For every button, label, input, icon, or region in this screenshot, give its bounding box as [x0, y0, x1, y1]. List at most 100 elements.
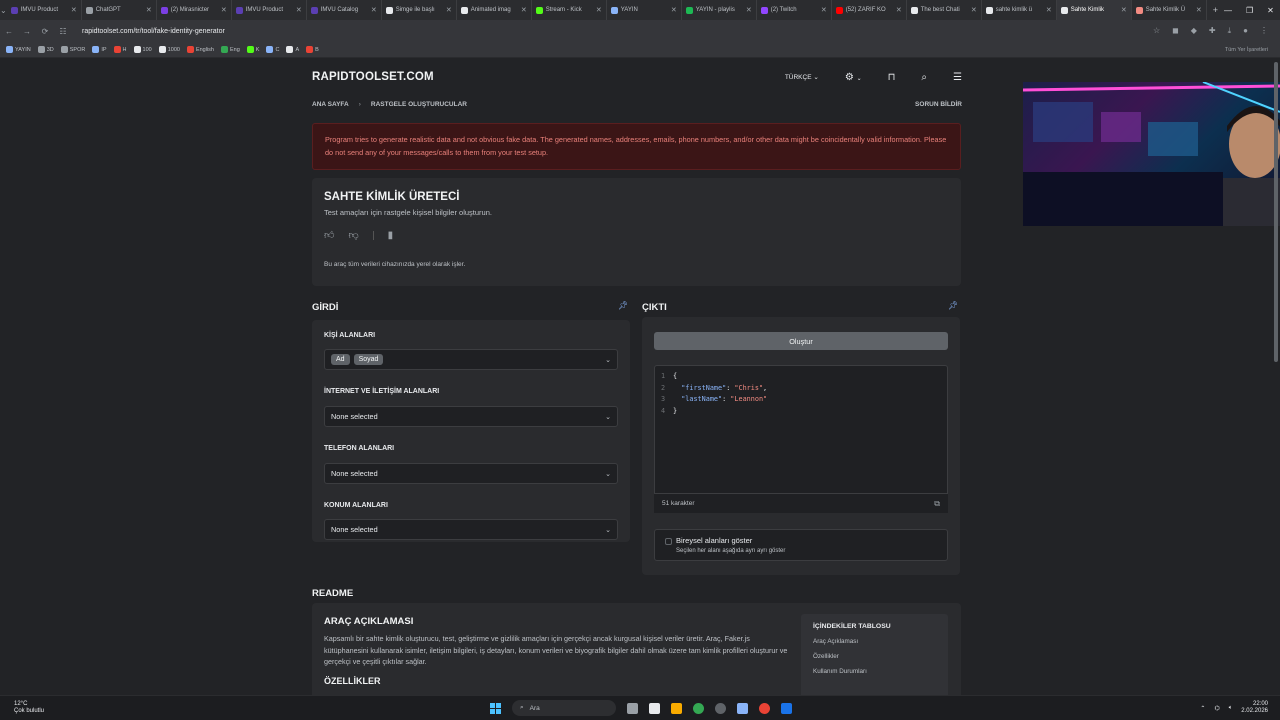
- pin-icon[interactable]: 📌︎: [618, 301, 628, 310]
- bookmark-item[interactable]: SPOR: [60, 46, 85, 53]
- bookmark-item[interactable]: 100: [133, 46, 152, 53]
- browser-tab[interactable]: sahte kimlik ü ✕: [982, 0, 1057, 20]
- new-tab-icon[interactable]: +: [1207, 5, 1224, 15]
- close-tab-icon[interactable]: ✕: [1196, 6, 1202, 14]
- bookmark-item[interactable]: H: [113, 46, 127, 53]
- url-field[interactable]: rapidtoolset.com/tr/tool/fake-identity-g…: [82, 28, 225, 35]
- profile-icon[interactable]: ●: [1243, 26, 1248, 36]
- opera-icon[interactable]: [759, 702, 770, 714]
- json-output-editor[interactable]: 1{ 2 "firstName": "Chris", 3 "lastName":…: [654, 365, 948, 513]
- close-tab-icon[interactable]: ✕: [446, 6, 452, 14]
- browser-tab[interactable]: The best Chati ✕: [907, 0, 982, 20]
- phone-fields-select[interactable]: None selected ⌄: [324, 463, 618, 484]
- all-bookmarks[interactable]: Tüm Yer İşaretleri: [1225, 47, 1280, 53]
- page-scrollbar[interactable]: [1274, 62, 1278, 362]
- toc-item[interactable]: Kullanım Durumları: [813, 668, 936, 675]
- bookmark-icon[interactable]: ▮: [388, 230, 394, 241]
- settings-icon[interactable]: [737, 702, 748, 714]
- toc-item[interactable]: Araç Açıklaması: [813, 638, 936, 645]
- browser-tab[interactable]: Stream - Kick ✕: [532, 0, 607, 20]
- close-tab-icon[interactable]: ✕: [371, 6, 377, 14]
- volume-icon[interactable]: 🔈︎: [1229, 705, 1233, 712]
- maximize-icon[interactable]: ❐: [1246, 6, 1253, 15]
- close-tab-icon[interactable]: ✕: [146, 6, 152, 14]
- thumbs-up-icon[interactable]: 👍︎: [324, 229, 334, 241]
- close-tab-icon[interactable]: ✕: [896, 6, 902, 14]
- browser-tab[interactable]: Animated imag ✕: [457, 0, 532, 20]
- reload-icon[interactable]: ⟳: [36, 27, 54, 36]
- browser-tab[interactable]: IMVU Product ✕: [232, 0, 307, 20]
- minimize-icon[interactable]: —: [1224, 6, 1232, 15]
- settings-gear-icon[interactable]: ⚙ ⌄: [845, 72, 862, 83]
- bookmark-item[interactable]: IP: [92, 46, 107, 53]
- site-info-icon[interactable]: ☷: [54, 27, 72, 36]
- tab-list-icon[interactable]: ⌄: [0, 6, 7, 15]
- browser-tab[interactable]: IMVU Catalog ✕: [307, 0, 382, 20]
- close-tab-icon[interactable]: ✕: [296, 6, 302, 14]
- pin-icon[interactable]: 📌︎: [948, 301, 958, 310]
- browser-tab[interactable]: Sahte Kimlik Ü ✕: [1132, 0, 1207, 20]
- browser-tab[interactable]: YAYIN ✕: [607, 0, 682, 20]
- weather-widget[interactable]: 12°C Çok bulutlu: [0, 701, 44, 716]
- bookmark-item[interactable]: 3D: [37, 46, 54, 53]
- copy-icon[interactable]: ⧉: [934, 499, 940, 509]
- widgets-icon[interactable]: [649, 702, 660, 714]
- extension-icon[interactable]: ◼: [1172, 26, 1179, 36]
- thumbs-down-icon[interactable]: 👎︎: [348, 229, 358, 241]
- location-fields-select[interactable]: None selected ⌄: [324, 519, 618, 540]
- site-logo[interactable]: RAPIDTOOLSET.COM: [312, 71, 434, 83]
- taskbar-search[interactable]: ⌕ Ara: [512, 700, 616, 716]
- breadcrumb-current[interactable]: RASTGELE OLUŞTURUCULAR: [371, 101, 467, 108]
- close-tab-icon[interactable]: ✕: [71, 6, 77, 14]
- browser-tab[interactable]: IMVU Product ✕: [7, 0, 82, 20]
- hamburger-menu-icon[interactable]: ☰: [953, 72, 962, 83]
- report-issue-link[interactable]: SORUN BİLDİR: [915, 101, 962, 108]
- person-fields-select[interactable]: Ad Soyad ⌄: [324, 349, 618, 370]
- start-windows-icon[interactable]: [490, 702, 501, 714]
- close-tab-icon[interactable]: ✕: [1121, 6, 1127, 14]
- internet-fields-select[interactable]: None selected ⌄: [324, 406, 618, 427]
- close-tab-icon[interactable]: ✕: [596, 6, 602, 14]
- extensions-puzzle-icon[interactable]: ✚: [1209, 26, 1216, 36]
- close-tab-icon[interactable]: ✕: [671, 6, 677, 14]
- bookmark-icon[interactable]: ⊓: [888, 72, 896, 83]
- language-select[interactable]: TÜRKÇE ⌄: [785, 73, 819, 81]
- bookmark-star-icon[interactable]: ☆: [1153, 26, 1160, 36]
- obs-icon[interactable]: [715, 702, 726, 714]
- close-tab-icon[interactable]: ✕: [821, 6, 827, 14]
- browser-tab[interactable]: (52) ZARIF KO ✕: [832, 0, 907, 20]
- browser-tab[interactable]: Sahte Kimlik ✕: [1056, 0, 1132, 20]
- chrome-icon[interactable]: [693, 702, 704, 714]
- bookmark-item[interactable]: 1000: [158, 46, 180, 53]
- forward-icon[interactable]: →: [18, 27, 36, 36]
- toc-item[interactable]: Özellikler: [813, 653, 936, 660]
- chip-last-name[interactable]: Soyad: [353, 354, 384, 365]
- browser-tab[interactable]: Simge ile başlı ✕: [382, 0, 457, 20]
- chevron-up-icon[interactable]: ⌃: [1200, 705, 1205, 712]
- browser-tab[interactable]: (2) Twitch ✕: [757, 0, 832, 20]
- close-tab-icon[interactable]: ✕: [521, 6, 527, 14]
- bookmark-item[interactable]: B: [306, 46, 319, 53]
- bookmark-item[interactable]: K: [246, 46, 259, 53]
- clock[interactable]: 22:00 2.02.2026: [1241, 701, 1268, 716]
- browser-tab[interactable]: (2) Mirasnicter ✕: [157, 0, 232, 20]
- generate-button[interactable]: Oluştur: [654, 332, 948, 350]
- bookmark-item[interactable]: English: [186, 46, 214, 53]
- bookmark-item[interactable]: YAYIN: [6, 46, 31, 53]
- close-window-icon[interactable]: ✕: [1267, 6, 1274, 15]
- bookmark-item[interactable]: Eng: [221, 46, 240, 53]
- extension-icon[interactable]: ◆: [1191, 26, 1197, 36]
- close-tab-icon[interactable]: ✕: [221, 6, 227, 14]
- close-tab-icon[interactable]: ✕: [971, 6, 977, 14]
- browser-tab[interactable]: ChatGPT ✕: [82, 0, 157, 20]
- search-icon[interactable]: ⌕: [921, 72, 927, 83]
- close-tab-icon[interactable]: ✕: [746, 6, 752, 14]
- download-icon[interactable]: ⤓: [1228, 26, 1232, 36]
- browser-tab[interactable]: YAYIN - playlis ✕: [682, 0, 757, 20]
- checkbox[interactable]: [665, 537, 672, 545]
- browser-menu-icon[interactable]: ⋮: [1260, 26, 1268, 36]
- bookmark-item[interactable]: A: [286, 46, 299, 53]
- network-icon[interactable]: ⌬: [1214, 705, 1219, 712]
- show-individual-fields-option[interactable]: Bireysel alanları göster Seçilen her ala…: [654, 529, 948, 561]
- bookmark-item[interactable]: C: [266, 46, 279, 53]
